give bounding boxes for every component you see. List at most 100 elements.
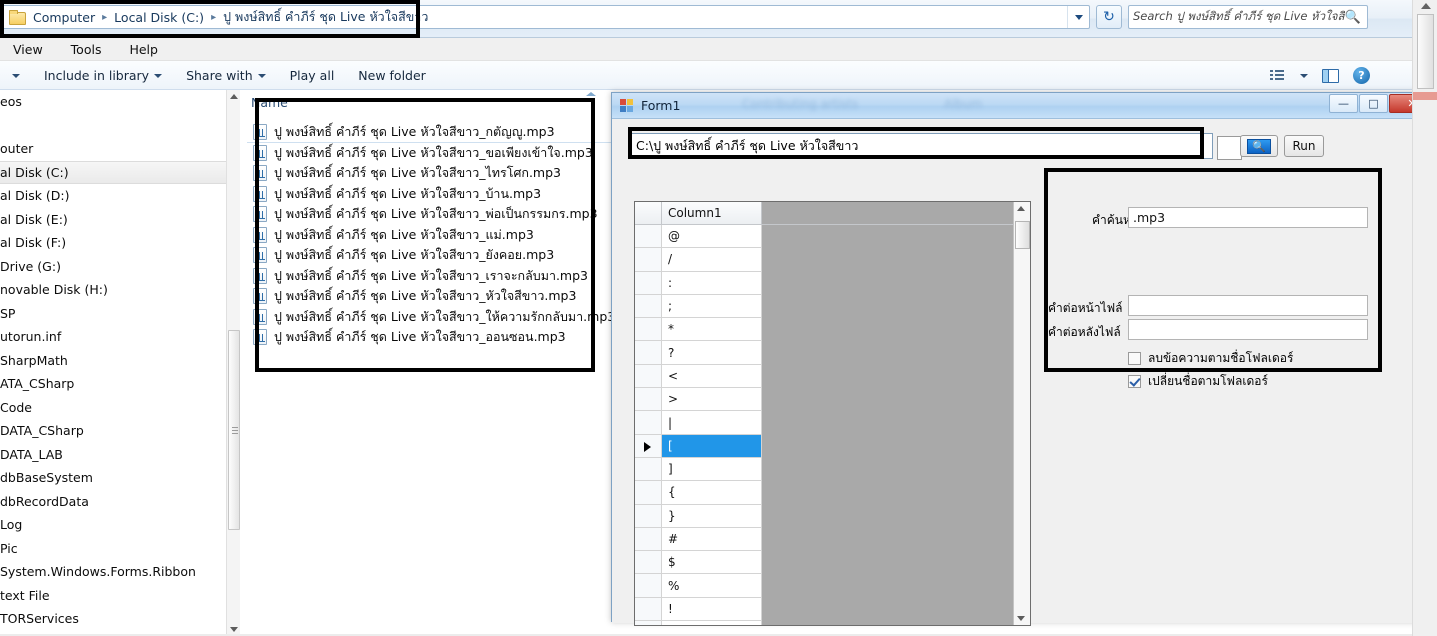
grid-cell[interactable]: #: [662, 527, 762, 552]
nav-item[interactable]: TORServices: [0, 607, 240, 631]
grid-row-header[interactable]: [635, 551, 662, 575]
nav-item[interactable]: text File: [0, 584, 240, 608]
scrollbar-thumb[interactable]: [1015, 221, 1030, 249]
grid-row-header[interactable]: [635, 574, 662, 598]
grid-cell[interactable]: -: [662, 621, 762, 625]
grid-row-header[interactable]: [635, 364, 662, 389]
organize-button[interactable]: [0, 70, 32, 82]
path-input[interactable]: C:\ปู พงษ์สิทธิ์ คำภีร์ ชุด Live หัวใจสี…: [629, 133, 1213, 159]
nav-item[interactable]: outer: [0, 137, 240, 161]
navigation-pane[interactable]: eos outer al Disk (C:) al Disk (D:) al Disk …: [0, 90, 240, 636]
preview-pane-icon[interactable]: [1322, 68, 1339, 83]
navigation-scrollbar[interactable]: [226, 90, 240, 636]
nav-item[interactable]: dbBaseSystem: [0, 466, 240, 490]
nav-item[interactable]: ATA_CSharp: [0, 372, 240, 396]
grid-row-header[interactable]: [635, 457, 662, 482]
keyword-input[interactable]: .mp3: [1128, 207, 1368, 228]
grid-cell[interactable]: <: [662, 364, 762, 389]
search-button[interactable]: 🔍: [1240, 135, 1278, 157]
grid-vertical-scrollbar[interactable]: [1013, 202, 1030, 625]
grid-row[interactable]: >: [635, 388, 1030, 412]
grid-row[interactable]: !: [635, 597, 1030, 622]
list-view-icon[interactable]: [1270, 69, 1286, 83]
nav-item[interactable]: eos: [0, 90, 240, 114]
grid-row[interactable]: :: [635, 271, 1030, 295]
grid-row-header[interactable]: [635, 504, 662, 528]
grid-cell[interactable]: |: [662, 411, 762, 435]
suffix-input[interactable]: [1128, 319, 1368, 340]
prefix-input[interactable]: [1128, 295, 1368, 316]
grid-row-header[interactable]: [635, 411, 662, 435]
grid-column-header[interactable]: Column1: [662, 202, 762, 224]
new-folder-button[interactable]: New folder: [346, 64, 438, 87]
breadcrumb-computer[interactable]: Computer: [31, 10, 97, 25]
nav-item[interactable]: al Disk (D:): [0, 184, 240, 208]
grid-cell[interactable]: }: [662, 504, 762, 528]
address-bar-path[interactable]: Computer ▸ Local Disk (C:) ▸ ปู พงษ์สิทธ…: [0, 5, 1090, 29]
scroll-down-icon[interactable]: [230, 627, 238, 632]
scrollbar-thumb[interactable]: [228, 330, 240, 530]
grid-cell[interactable]: $: [662, 551, 762, 575]
nav-item[interactable]: Drive (G:): [0, 255, 240, 279]
scroll-up-icon[interactable]: [1017, 206, 1025, 211]
nav-item[interactable]: DATA_LAB: [0, 443, 240, 467]
nav-item[interactable]: DATA_CSharp: [0, 419, 240, 443]
scrollbar-thumb[interactable]: [1417, 14, 1434, 89]
outer-vertical-scrollbar[interactable]: [1412, 0, 1437, 636]
breadcrumb-current-folder[interactable]: ปู พงษ์สิทธิ์ คำภีร์ ชุด Live หัวใจสีขาว: [221, 7, 430, 27]
grid-row-header[interactable]: [635, 621, 662, 625]
grid-row-header[interactable]: [635, 434, 662, 458]
grid-cell[interactable]: ;: [662, 294, 762, 319]
grid-row-header[interactable]: [635, 527, 662, 552]
grid-row[interactable]: [: [635, 434, 1030, 458]
nav-item[interactable]: System.Windows.Forms.Ribbon: [0, 560, 240, 584]
run-button[interactable]: Run: [1284, 135, 1324, 157]
chevron-down-icon[interactable]: [1300, 73, 1308, 78]
checkbox-unchecked-icon[interactable]: [1128, 352, 1141, 365]
form1-title-bar[interactable]: Form1 Contributing artists Album — □ ✕: [612, 93, 1436, 119]
grid-row-header[interactable]: [635, 294, 662, 319]
address-dropdown-button[interactable]: [1067, 6, 1089, 28]
grid-row[interactable]: #: [635, 527, 1030, 552]
grid-row-header[interactable]: [635, 388, 662, 412]
menu-tools[interactable]: Tools: [68, 41, 105, 58]
nav-item[interactable]: SP: [0, 302, 240, 326]
nav-item[interactable]: dbRecordData: [0, 490, 240, 514]
column-header-name[interactable]: Name: [251, 95, 288, 110]
grid-row[interactable]: }: [635, 504, 1030, 528]
grid-row[interactable]: -: [635, 621, 1030, 625]
grid-row[interactable]: $: [635, 551, 1030, 575]
share-with-button[interactable]: Share with: [174, 64, 278, 87]
menu-view[interactable]: View: [10, 41, 46, 58]
grid-cell[interactable]: ?: [662, 341, 762, 365]
grid-row-header[interactable]: [635, 318, 662, 342]
data-grid-view[interactable]: Column1 @/:;*?<>|[]{}#$%!-: [634, 201, 1031, 626]
grid-row[interactable]: *: [635, 318, 1030, 342]
grid-row-header[interactable]: [635, 597, 662, 622]
grid-row[interactable]: %: [635, 574, 1030, 598]
breadcrumb-local-disk-c[interactable]: Local Disk (C:): [112, 10, 206, 25]
remove-folder-text-checkbox-row[interactable]: ลบข้อความตามชื่อโฟลเดอร์: [1128, 349, 1293, 368]
grid-row-header[interactable]: [635, 341, 662, 365]
grid-cell[interactable]: ]: [662, 457, 762, 482]
grid-row-header[interactable]: [635, 271, 662, 295]
grid-cell[interactable]: /: [662, 248, 762, 272]
nav-item[interactable]: novable Disk (H:): [0, 278, 240, 302]
grid-cell[interactable]: @: [662, 225, 762, 249]
scroll-up-icon[interactable]: [1421, 3, 1431, 9]
maximize-button[interactable]: □: [1359, 94, 1388, 113]
grid-cell[interactable]: [: [662, 434, 762, 458]
scroll-down-icon[interactable]: [1017, 616, 1025, 621]
checkbox-checked-icon[interactable]: [1128, 375, 1141, 388]
nav-item[interactable]: utorun.inf: [0, 325, 240, 349]
grid-row[interactable]: ]: [635, 457, 1030, 482]
nav-item[interactable]: al Disk (E:): [0, 208, 240, 232]
search-input[interactable]: Search ปู พงษ์สิทธิ์ คำภีร์ ชุด Live หัว…: [1133, 8, 1345, 26]
include-in-library-button[interactable]: Include in library: [32, 64, 174, 87]
extra-small-input[interactable]: [1217, 136, 1242, 160]
grid-cell[interactable]: {: [662, 481, 762, 505]
menu-help[interactable]: Help: [126, 41, 161, 58]
grid-row[interactable]: ;: [635, 294, 1030, 319]
nav-item[interactable]: SharpMath: [0, 349, 240, 373]
nav-item[interactable]: Pic: [0, 537, 240, 561]
